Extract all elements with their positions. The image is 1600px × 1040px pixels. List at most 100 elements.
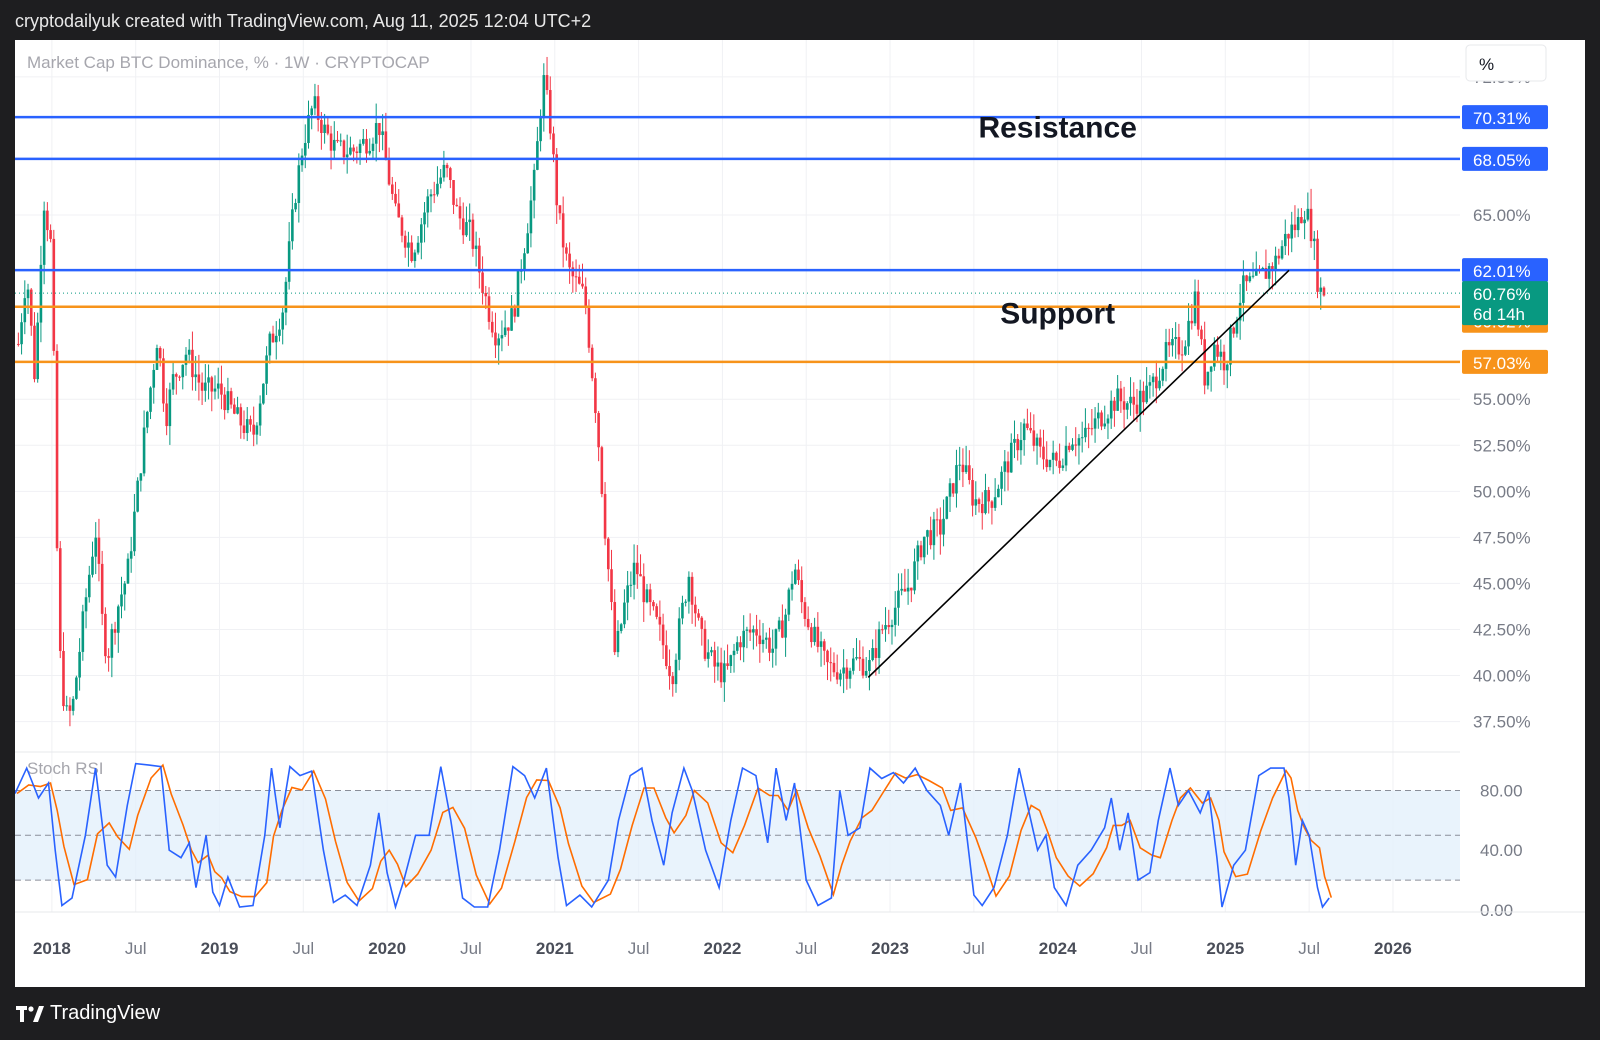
candle-down — [46, 202, 49, 242]
candle-up — [426, 189, 430, 228]
candle-up — [78, 638, 81, 691]
candle-down — [810, 622, 813, 648]
candle-up — [906, 568, 910, 605]
candle-down — [571, 261, 575, 293]
scale-mode-button[interactable]: % — [1465, 44, 1547, 82]
time-tick-label: 2018 — [33, 939, 71, 958]
ascending-trendline[interactable] — [867, 269, 1290, 678]
candle-up — [890, 619, 894, 645]
candle-up — [761, 623, 765, 653]
current-price-value: 60.76% — [1473, 285, 1531, 304]
candle-up — [39, 245, 43, 343]
candle-up — [732, 643, 736, 673]
candle-down — [1006, 451, 1010, 491]
candle-up — [1003, 450, 1007, 492]
candle-up — [677, 607, 681, 671]
candle-down — [481, 256, 484, 305]
candle-up — [784, 608, 787, 657]
time-tick-label: Jul — [963, 939, 985, 958]
candle-up — [291, 193, 294, 250]
stoch-rsi-tick-label: 40.00 — [1480, 841, 1523, 860]
candle-up — [1229, 324, 1232, 377]
candle-up — [149, 386, 152, 420]
candle-down — [987, 486, 990, 514]
candle-up — [839, 669, 842, 687]
candle-down — [781, 604, 784, 639]
candle-up — [1274, 246, 1277, 286]
candles-layer — [17, 56, 1326, 727]
candle-down — [1074, 427, 1078, 457]
candle-up — [268, 331, 272, 364]
candle-down — [548, 76, 552, 140]
candle-down — [597, 410, 600, 462]
top-caption-bar: cryptodailyuk created with TradingView.c… — [0, 0, 1600, 40]
candle-up — [1022, 418, 1026, 456]
stoch-rsi-tick-label: 80.00 — [1480, 781, 1523, 800]
svg-text:70.31%: 70.31% — [1473, 109, 1531, 128]
candle-up — [297, 153, 301, 223]
candle-up — [71, 696, 75, 716]
candle-up — [674, 653, 678, 693]
candle-up — [1248, 272, 1252, 283]
candle-down — [935, 508, 939, 537]
candle-up — [255, 422, 259, 445]
candle-down — [378, 122, 381, 153]
chart-canvas[interactable]: ResistanceSupport Stoch RSI 72.50%65.00%… — [15, 40, 1585, 987]
candle-down — [919, 540, 923, 561]
candle-up — [1283, 219, 1287, 256]
candle-up — [187, 339, 191, 364]
candle-down — [242, 410, 246, 440]
candle-up — [1000, 466, 1003, 506]
chart-panel[interactable]: ResistanceSupport Stoch RSI 72.50%65.00%… — [15, 40, 1585, 987]
resistance-annotation[interactable]: Resistance — [978, 112, 1136, 145]
candle-down — [655, 603, 658, 620]
candle-up — [1158, 367, 1161, 391]
candle-up — [20, 313, 23, 355]
candle-up — [245, 407, 249, 442]
candle-down — [342, 139, 346, 165]
candle-up — [519, 259, 523, 284]
candle-up — [213, 375, 217, 400]
candle-up — [922, 536, 926, 565]
candle-up — [265, 346, 268, 395]
candle-up — [136, 477, 139, 513]
candle-down — [797, 559, 800, 585]
candle-down — [104, 607, 107, 664]
candle-down — [1119, 381, 1123, 413]
candle-up — [964, 445, 968, 474]
candle-down — [1042, 429, 1045, 470]
price-tick-label: 52.50% — [1473, 436, 1531, 455]
candle-up — [423, 202, 426, 243]
support-annotation[interactable]: Support — [1000, 298, 1115, 331]
candle-up — [542, 63, 546, 132]
candle-down — [97, 518, 101, 582]
candle-up — [616, 620, 620, 658]
candle-up — [1145, 367, 1148, 404]
candle-down — [400, 214, 404, 243]
candle-up — [864, 657, 868, 678]
bar-countdown: 6d 14h — [1473, 305, 1525, 324]
candle-down — [326, 116, 330, 136]
candle-down — [229, 387, 233, 409]
candle-up — [474, 231, 478, 267]
candle-down — [584, 277, 588, 315]
candle-up — [146, 410, 149, 434]
candle-up — [1080, 421, 1084, 453]
candle-up — [142, 410, 146, 477]
candle-down — [445, 162, 449, 178]
candle-up — [1312, 230, 1316, 261]
candle-up — [958, 446, 961, 481]
candle-up — [626, 570, 629, 621]
time-tick-label: Jul — [1298, 939, 1320, 958]
candle-up — [1109, 390, 1113, 429]
candle-down — [835, 654, 839, 685]
candle-up — [1093, 407, 1097, 443]
candle-up — [116, 604, 120, 653]
candle-down — [316, 84, 320, 132]
candle-down — [55, 344, 59, 552]
candle-down — [478, 237, 481, 289]
candle-up — [294, 198, 297, 213]
candle-up — [278, 318, 281, 342]
candle-down — [700, 616, 704, 646]
candle-up — [900, 573, 903, 596]
